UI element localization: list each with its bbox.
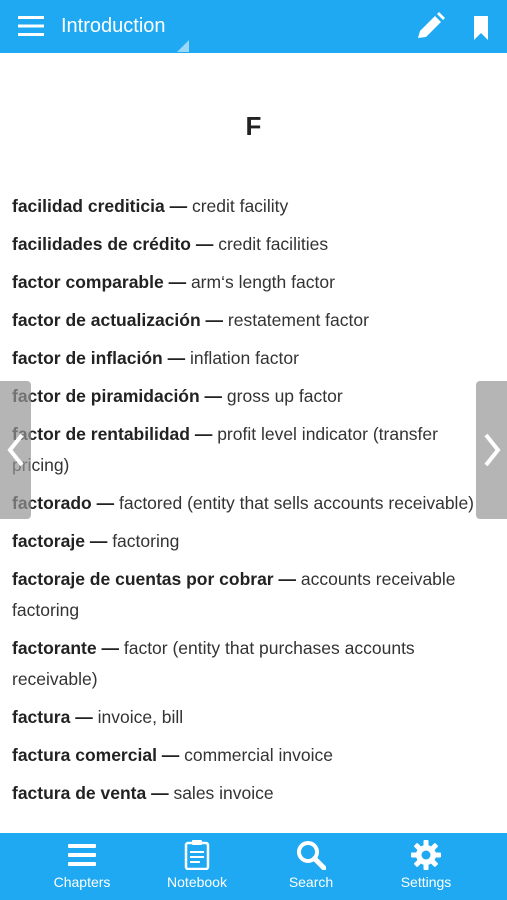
- glossary-entry: factor de actualización — restatement fa…: [12, 305, 482, 336]
- glossary-definition: restatement factor: [227, 310, 369, 330]
- search-icon: [297, 841, 326, 870]
- glossary-entry: factura comercial — commercial invoice: [12, 740, 482, 771]
- glossary-entry: factura — invoice, bill: [12, 702, 482, 733]
- chevron-right-icon: [484, 433, 501, 467]
- glossary-term: factor de inflación: [12, 348, 163, 368]
- glossary-definition: inflation factor: [189, 348, 299, 368]
- glossary-entry: factoraje — factoring: [12, 526, 482, 557]
- glossary-term: facilidades de crédito: [12, 234, 191, 254]
- title-dropdown-indicator: [177, 40, 189, 52]
- term-separator: —: [91, 493, 119, 513]
- next-page-button[interactable]: [476, 381, 507, 519]
- nav-search[interactable]: Search: [266, 833, 356, 900]
- nav-label: Chapters: [53, 874, 111, 890]
- term-separator: —: [70, 707, 98, 727]
- glossary-entry: factor comparable — arm‘s length factor: [12, 267, 482, 298]
- term-separator: —: [164, 196, 192, 216]
- glossary-term: factor de piramidación: [12, 386, 200, 406]
- glossary-definition: gross up factor: [226, 386, 343, 406]
- glossary-list: facilidad crediticia — credit facility fa…: [12, 191, 482, 816]
- term-separator: —: [96, 638, 124, 658]
- term-separator: —: [156, 745, 185, 765]
- glossary-term: factoraje de cuentas por cobrar: [12, 569, 274, 589]
- term-separator: —: [84, 531, 113, 551]
- term-separator: —: [189, 424, 218, 444]
- glossary-term: factura de venta: [12, 783, 147, 803]
- gear-icon: [411, 840, 441, 870]
- nav-settings[interactable]: Settings: [381, 833, 471, 900]
- glossary-term: factor comparable: [12, 272, 164, 292]
- glossary-definition: factored (entity that sells accounts rec…: [118, 493, 475, 513]
- glossary-term: factorante: [12, 638, 97, 658]
- glossary-term: facilidad crediticia: [12, 196, 165, 216]
- term-separator: —: [273, 569, 301, 589]
- pencil-icon[interactable]: [414, 12, 446, 42]
- glossary-entry: factura de venta — sales invoice: [12, 778, 482, 809]
- glossary-entry: factor de inflación — inflation factor: [12, 343, 482, 374]
- glossary-term: factoraje: [12, 531, 85, 551]
- previous-page-button[interactable]: [0, 381, 31, 519]
- nav-label: Settings: [400, 874, 452, 890]
- nav-label: Notebook: [167, 874, 227, 890]
- glossary-definition: credit facilities: [218, 234, 329, 254]
- term-separator: —: [199, 386, 227, 406]
- nav-chapters[interactable]: Chapters: [37, 833, 127, 900]
- glossary-entry: factor de rentabilidad — profit level in…: [12, 419, 482, 481]
- hamburger-menu-icon[interactable]: [18, 15, 44, 37]
- app-header: Introduction: [0, 0, 507, 53]
- nav-label: Search: [288, 874, 334, 890]
- glossary-entry: facilidad crediticia — credit facility: [12, 191, 482, 222]
- glossary-entry: factoraje de cuentas por cobrar — accoun…: [12, 564, 482, 626]
- glossary-entry: facilidades de crédito — credit faciliti…: [12, 229, 482, 260]
- glossary-definition: factoring: [112, 531, 180, 551]
- glossary-term: factor de rentabilidad: [12, 424, 190, 444]
- term-separator: —: [162, 348, 190, 368]
- chevron-left-icon: [7, 433, 24, 467]
- glossary-definition: arm‘s length factor: [190, 272, 335, 292]
- nav-notebook[interactable]: Notebook: [152, 833, 242, 900]
- glossary-definition: invoice, bill: [97, 707, 184, 727]
- glossary-term: factura comercial: [12, 745, 157, 765]
- glossary-definition: commercial invoice: [184, 745, 333, 765]
- bookmark-icon[interactable]: [472, 16, 490, 40]
- notebook-icon: [184, 840, 210, 870]
- glossary-entry: factorado — factored (entity that sells …: [12, 488, 482, 519]
- section-letter: F: [245, 111, 262, 141]
- bottom-navigation: Chapters Notebook Search Settings: [0, 833, 507, 900]
- term-separator: —: [163, 272, 191, 292]
- term-separator: —: [146, 783, 174, 803]
- glossary-definition: credit facility: [191, 196, 289, 216]
- term-separator: —: [190, 234, 219, 254]
- glossary-entry: factorante — factor (entity that purchas…: [12, 633, 482, 695]
- reading-pane: F facilidad crediticia — credit facility…: [0, 53, 507, 833]
- glossary-term: factor de actualización: [12, 310, 201, 330]
- list-icon: [68, 844, 96, 866]
- glossary-term: factura: [12, 707, 71, 727]
- page-title: Introduction: [61, 15, 166, 37]
- term-separator: —: [200, 310, 228, 330]
- glossary-definition: sales invoice: [173, 783, 274, 803]
- glossary-entry: factor de piramidación — gross up factor: [12, 381, 482, 412]
